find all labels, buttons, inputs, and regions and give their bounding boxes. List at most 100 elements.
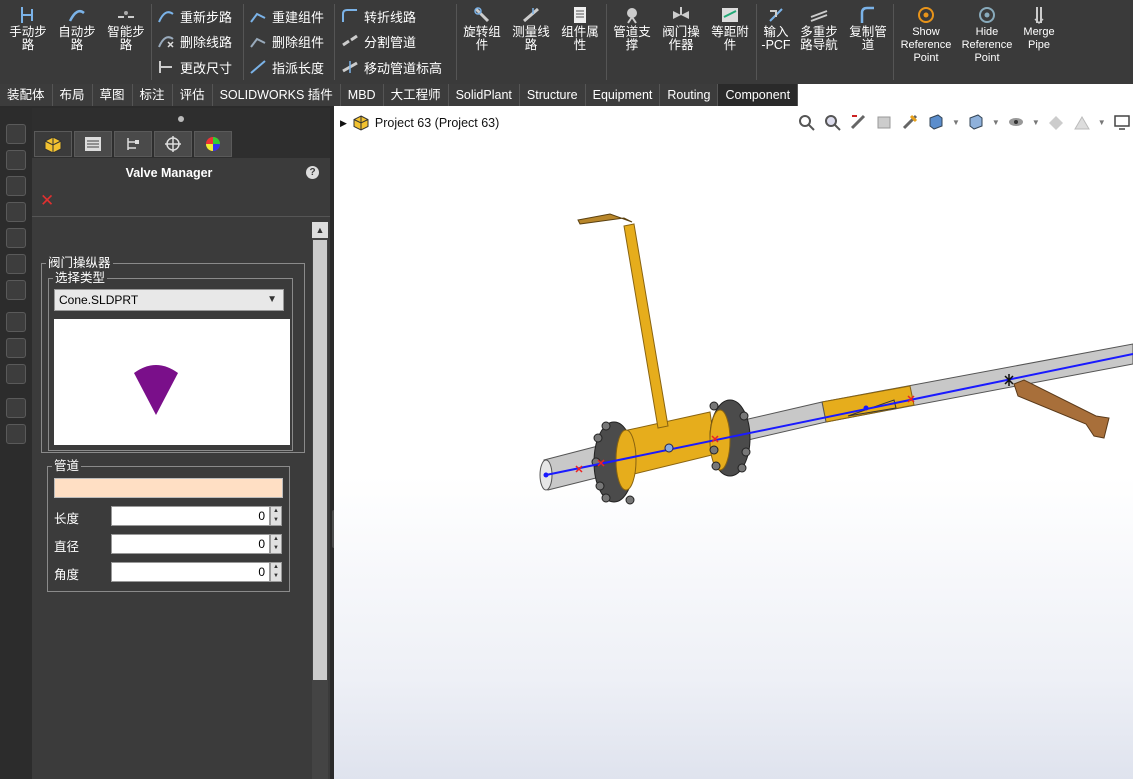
import-pcf-icon xyxy=(765,4,787,26)
measure-route-button[interactable]: 测量线 路 xyxy=(509,4,553,52)
tool-icon[interactable] xyxy=(6,124,26,144)
tab-markup[interactable]: 标注 xyxy=(133,84,173,106)
tab-solidplant[interactable]: SolidPlant xyxy=(449,84,520,106)
tool-icon[interactable] xyxy=(6,202,26,222)
tab-mbd[interactable]: MBD xyxy=(341,84,384,106)
rotate-comp-icon xyxy=(471,4,493,26)
bend-route-button[interactable]: 转折线路 xyxy=(340,5,416,27)
rotate-comp-button[interactable]: 旋转组 件 xyxy=(460,4,504,52)
auto-route-button[interactable]: 自动步 路 xyxy=(55,4,99,52)
angle-input[interactable]: 0 xyxy=(111,562,270,582)
restep-button[interactable]: 重新步路 xyxy=(156,5,232,27)
tool-icon[interactable] xyxy=(6,312,26,332)
valve-op-button[interactable]: 阀门操 作器 xyxy=(659,4,703,52)
restep-icon xyxy=(156,7,176,25)
tab-master-engineer[interactable]: 大工程师 xyxy=(384,84,449,106)
divider xyxy=(32,216,330,217)
pipe-sleeve[interactable] xyxy=(821,385,915,423)
diameter-input[interactable]: 0 xyxy=(111,534,270,554)
rebuild-comp-button[interactable]: 重建组件 xyxy=(248,5,324,27)
valve-stem[interactable] xyxy=(623,223,669,429)
move-elevation-icon xyxy=(340,58,360,76)
length-label: 长度 xyxy=(54,512,80,526)
pipe-selection-box[interactable] xyxy=(54,478,283,498)
assign-length-icon xyxy=(248,58,268,76)
hide-ref-point-button[interactable]: Hide Reference Point xyxy=(958,4,1016,65)
equal-spacing-button[interactable]: 等距附 件 xyxy=(708,4,752,52)
ribbon-separator xyxy=(606,4,607,80)
equal-spacing-icon xyxy=(719,4,741,26)
comp-props-button[interactable]: 组件属 性 xyxy=(558,4,602,52)
delete-comp-button[interactable]: 删除组件 xyxy=(248,30,324,52)
pipe-support-button[interactable]: 管道支 撑 xyxy=(610,4,654,52)
scroll-thumb[interactable] xyxy=(313,240,327,680)
type-select[interactable]: Cone.SLDPRT ▼ xyxy=(54,289,284,311)
show-ref-point-button[interactable]: Show Reference Point xyxy=(898,4,954,65)
tab-equipment[interactable]: Equipment xyxy=(586,84,661,106)
tool-icon[interactable] xyxy=(6,176,26,196)
color-wheel-icon xyxy=(206,137,220,151)
tool-icon[interactable] xyxy=(6,150,26,170)
tab-component[interactable]: Component xyxy=(718,84,799,106)
tab-routing[interactable]: Routing xyxy=(660,84,719,106)
close-icon[interactable]: ✕ xyxy=(40,191,54,211)
smart-route-button[interactable]: 智能步 路 xyxy=(104,4,148,52)
tab-displaymanager[interactable] xyxy=(194,131,232,157)
tool-icon[interactable] xyxy=(6,254,26,274)
manual-route-button[interactable]: 手动步 路 xyxy=(6,4,50,52)
piping-model[interactable] xyxy=(334,106,1133,779)
tab-featuremanager[interactable] xyxy=(34,131,72,157)
tool-icon[interactable] xyxy=(6,338,26,358)
length-input[interactable]: 0 xyxy=(111,506,270,526)
tab-layout[interactable]: 布局 xyxy=(53,84,93,106)
comp-props-icon xyxy=(569,4,591,26)
tool-icon[interactable] xyxy=(6,228,26,248)
scroll-up-icon[interactable]: ▲ xyxy=(312,222,328,238)
tool-icon[interactable] xyxy=(6,398,26,418)
move-elevation-button[interactable]: 移动管道标高 xyxy=(340,56,442,78)
change-size-button[interactable]: 更改尺寸 xyxy=(156,56,232,78)
tab-structure[interactable]: Structure xyxy=(520,84,586,106)
delete-route-icon xyxy=(156,32,176,50)
length-spinner[interactable]: ▲ ▼ xyxy=(270,506,282,526)
tool-icon[interactable] xyxy=(6,280,26,300)
preview-image xyxy=(54,319,290,445)
tool-icon[interactable] xyxy=(6,364,26,384)
tab-dimxpert[interactable] xyxy=(154,131,192,157)
pipe-segment[interactable] xyxy=(743,401,827,441)
tab-evaluate[interactable]: 评估 xyxy=(173,84,213,106)
tool-icon[interactable] xyxy=(6,424,26,444)
assign-length-button[interactable]: 指派长度 xyxy=(248,56,324,78)
valve-handle[interactable] xyxy=(577,213,633,225)
merge-pipe-button[interactable]: Merge Pipe xyxy=(1018,4,1060,52)
tab-sketch[interactable]: 草图 xyxy=(93,84,133,106)
route-point[interactable] xyxy=(863,405,869,411)
route-point[interactable] xyxy=(543,472,549,478)
tab-configurationmanager[interactable] xyxy=(114,131,152,157)
hide-ref-point-icon xyxy=(976,4,998,26)
bend-route-icon xyxy=(340,7,360,25)
split-pipe-button[interactable]: 分割管道 xyxy=(340,30,416,52)
config-tree-icon xyxy=(127,138,139,150)
delete-route-button[interactable]: 删除线路 xyxy=(156,30,232,52)
tab-assembly[interactable]: 装配体 xyxy=(0,84,53,106)
drag-handle-icon[interactable] xyxy=(32,108,330,130)
diameter-spinner[interactable]: ▲ ▼ xyxy=(270,534,282,554)
tab-solidworks-addins[interactable]: SOLIDWORKS 插件 xyxy=(213,84,341,106)
panel-scrollbar[interactable]: ▲ xyxy=(312,222,328,779)
route-centerline[interactable] xyxy=(545,353,1133,476)
spin-up-icon: ▲ xyxy=(273,508,279,514)
delete-comp-icon xyxy=(248,32,268,50)
manager-tabs xyxy=(32,130,330,158)
copy-pipe-button[interactable]: 复制管 道 xyxy=(846,4,890,52)
graphics-viewport[interactable]: ▶ Project 63 (Project 63) ▼ ▼ ▼ ▼ xyxy=(334,106,1133,779)
import-pcf-button[interactable]: 输入 -PCF xyxy=(760,4,792,52)
multi-route-nav-button[interactable]: 多重步 路导航 xyxy=(796,4,842,52)
ribbon-separator xyxy=(243,4,244,80)
ribbon-separator xyxy=(151,4,152,80)
pipe-support[interactable] xyxy=(1013,379,1110,439)
tab-propertymanager[interactable] xyxy=(74,131,112,157)
angle-spinner[interactable]: ▲ ▼ xyxy=(270,562,282,582)
route-point[interactable] xyxy=(664,443,674,453)
help-icon[interactable]: ? xyxy=(306,166,319,179)
